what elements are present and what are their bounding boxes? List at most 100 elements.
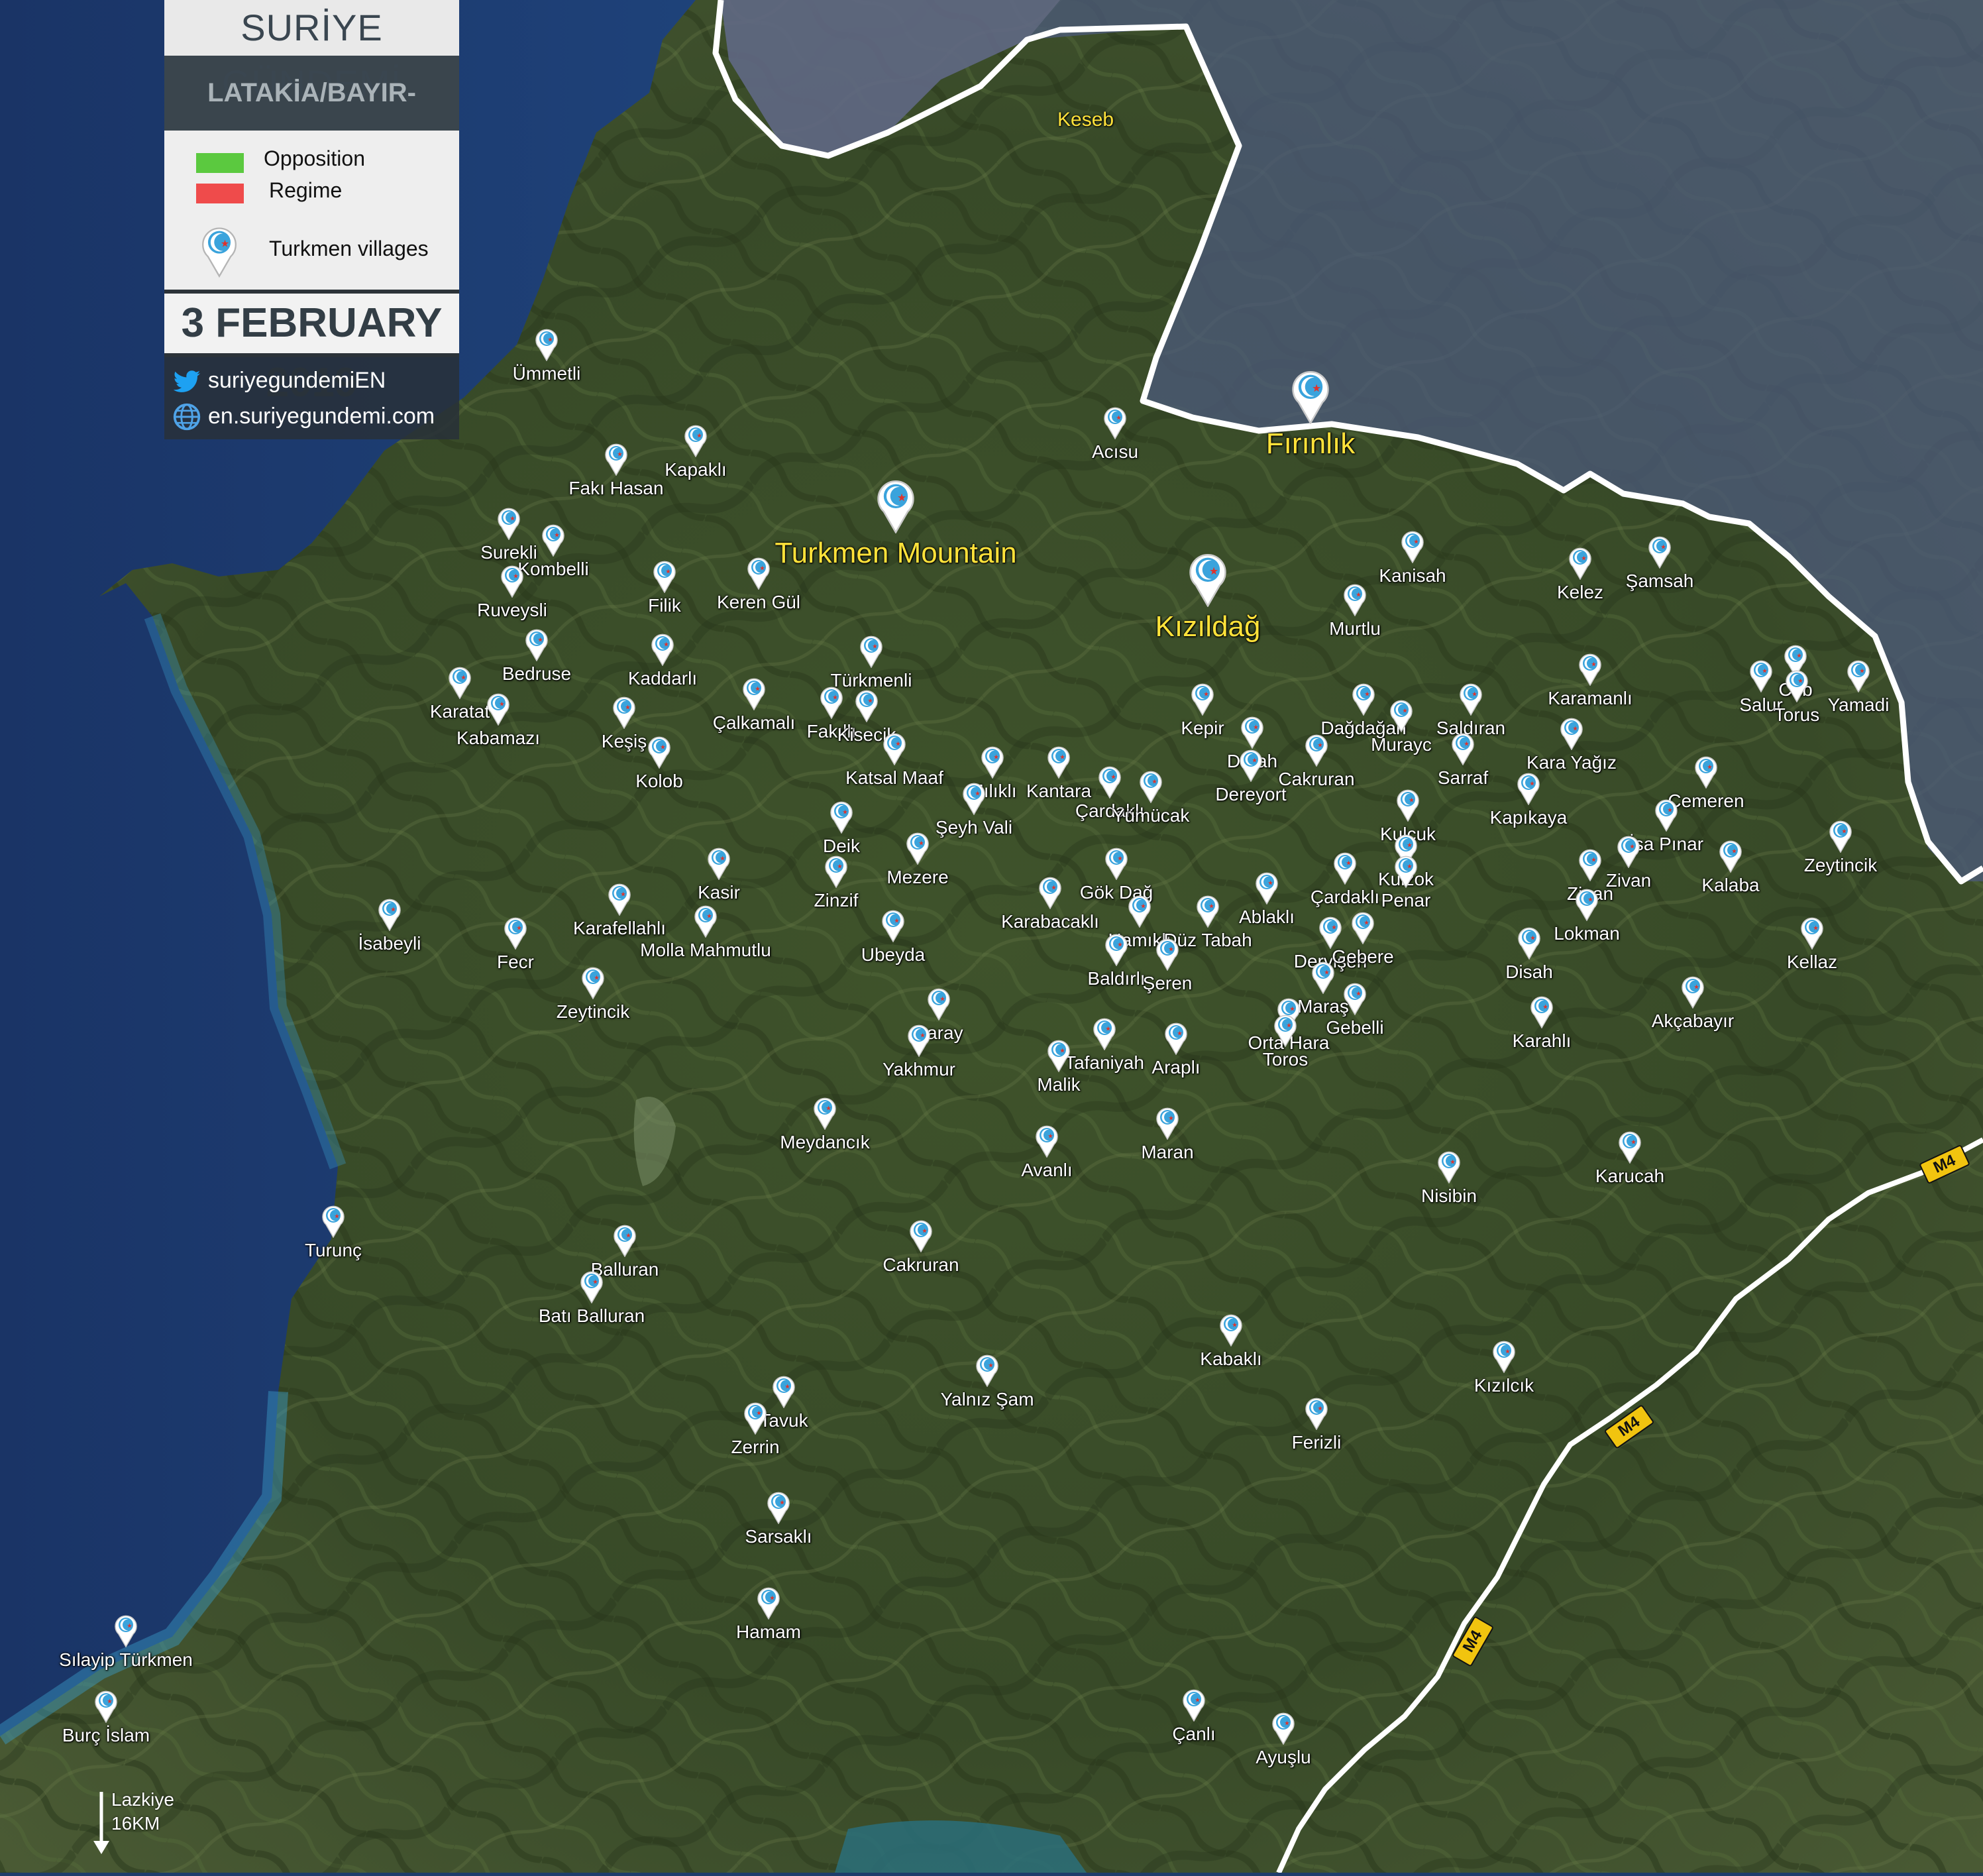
village-label: Fakı Hasan: [568, 478, 664, 498]
turkmen-village-pin-icon: [1829, 820, 1852, 853]
turkmen-village-pin-icon: [882, 910, 904, 942]
turkmen-village-pin-icon: [605, 443, 627, 476]
village-label: Zeytincik: [556, 1001, 630, 1022]
turkmen-village-pin-icon: [744, 1402, 767, 1435]
village-label: İsa Pınar: [1629, 834, 1704, 854]
turkmen-village-pin-icon: [684, 425, 707, 457]
village-label: Kolob: [635, 771, 683, 791]
turkmen-village-pin-icon: [1579, 849, 1601, 881]
turkmen-village-pin-icon: [1183, 1689, 1205, 1722]
turkmen-village-pin-icon: [1352, 912, 1374, 944]
village-label: Meydancık: [780, 1132, 870, 1152]
turkmen-village-pin-icon: [1156, 1107, 1179, 1140]
turkmen-village-pin-icon: [1648, 536, 1671, 569]
turkmen-village-pin-icon: [1655, 799, 1678, 832]
village-label: Akçabayır: [1651, 1011, 1735, 1031]
social-links: suriyegundemiEN en.suriyegundemi.com: [164, 357, 459, 439]
village-label: Malik: [1037, 1074, 1081, 1095]
village-label: Avanlı: [1021, 1160, 1073, 1180]
turkmen-village-pin-icon: [1105, 848, 1128, 880]
turkmen-village-pin-icon: [963, 783, 985, 815]
turkmen-village-pin-icon: [1619, 1131, 1641, 1164]
town-label-keseb: Keseb: [1057, 109, 1114, 131]
turkmen-village-pin-icon: [820, 687, 843, 719]
village-label: Lokman: [1554, 923, 1620, 944]
turkmen-village-pin-icon: [1719, 840, 1742, 873]
globe-icon: [173, 403, 201, 431]
village-label: Ubeyda: [861, 944, 926, 965]
village-label: Turunç: [304, 1240, 362, 1260]
turkmen-village-pin-icon: [608, 883, 631, 916]
turkmen-village-pin-icon: [1344, 983, 1366, 1015]
turkmen-village-pin-icon: [928, 988, 950, 1021]
regime-swatch: [196, 184, 244, 203]
turkmen-village-pin-icon: [1579, 653, 1601, 686]
turkmen-village-pin-icon: [1438, 1151, 1460, 1184]
village-label: Maraş: [1297, 996, 1349, 1017]
turkmen-village-pin-icon: [747, 557, 770, 590]
turkmen-village-pin-icon: [1576, 889, 1598, 921]
turkmen-village-pin-icon: [1518, 927, 1540, 960]
turkmen-village-pin-icon: [542, 524, 564, 557]
turkmen-village-pin-icon: [115, 1615, 137, 1647]
turkmen-village-pin-icon: [1220, 1314, 1242, 1347]
turkmen-village-pin-icon: [1047, 746, 1070, 779]
turkmen-village-pin-icon: [322, 1205, 345, 1238]
village-label: Dereyort: [1215, 784, 1287, 804]
legend-label-regime: Regime: [269, 178, 343, 202]
village-label: Karahlı: [1512, 1030, 1572, 1051]
turkmen-village-pin-icon: [976, 1354, 998, 1387]
village-label: Ferizli: [1291, 1432, 1342, 1453]
turkmen-village-pin-icon: [535, 329, 558, 361]
turkmen-village-pin-icon: [1036, 1125, 1058, 1158]
turkmen-village-pin-icon: [1395, 855, 1417, 888]
turkmen-village-pin-icon: [1560, 718, 1583, 750]
turkmen-village-pin-icon: [1047, 1040, 1070, 1072]
village-label: Sarsaklı: [745, 1526, 812, 1547]
turkmen-village-pin-icon: [1397, 789, 1419, 822]
turkmen-village-pin-icon: [860, 635, 883, 668]
turkmen-village-pin-icon: [525, 629, 548, 661]
turkmen-village-pin-icon: [1517, 773, 1540, 805]
major-place-label: Turkmen Mountain: [775, 537, 1017, 569]
turkmen-village-pin-icon: [743, 678, 765, 710]
turkmen-village-pin-icon: [906, 832, 929, 865]
turkmen-village-pin-icon: [1530, 996, 1553, 1028]
turkmen-village-pin-icon: [1352, 683, 1375, 716]
turkmen-village-pin-icon: [1305, 1398, 1328, 1430]
turkmen-village-pin-icon: [708, 848, 730, 880]
village-label: Karucah: [1595, 1166, 1665, 1186]
turkmen-village-pin-icon: [449, 667, 471, 699]
turkmen-village-pin-icon: [1801, 917, 1823, 950]
turkmen-village-pin-icon: [1128, 895, 1151, 928]
turkmen-village-pin-icon: [1334, 852, 1356, 885]
village-label: Zerrin: [731, 1437, 780, 1457]
village-label: Hamam: [735, 1622, 801, 1642]
turkmen-village-pin-icon: [830, 801, 853, 834]
turkmen-village-pin-icon: [814, 1097, 836, 1130]
village-label: Batı Balluran: [538, 1305, 645, 1326]
turkmen-village-pin-icon: [1189, 554, 1226, 607]
direction-city: Lazkiye: [111, 1789, 174, 1810]
village-label: Yalnız Şam: [940, 1389, 1034, 1409]
twitter-icon: [173, 370, 201, 392]
village-label: Kızılcık: [1474, 1375, 1534, 1396]
turkmen-village-pin-icon: [767, 1492, 790, 1524]
turkmen-village-pin-icon: [1682, 976, 1704, 1009]
village-label: Kombelli: [517, 559, 589, 579]
turkmen-village-pin-icon: [757, 1587, 780, 1620]
village-label: Yamadi: [1827, 694, 1890, 715]
brand-title: SURİYE GÜNDEMİ: [164, 0, 459, 104]
legend-label-turkmen-villages: Turkmen villages: [269, 237, 429, 260]
turkmen-village-pin-icon: [1105, 934, 1128, 966]
turkmen-village-pin-icon: [1274, 1015, 1297, 1047]
village-label: Ayuşlu: [1256, 1747, 1311, 1767]
village-label: Cakruran: [883, 1254, 959, 1275]
turkmen-village-pin-icon: [1401, 531, 1424, 563]
village-label: Balluran: [590, 1259, 659, 1280]
village-label: Çemeren: [1668, 791, 1744, 811]
turkmen-village-pin-icon: [855, 690, 878, 722]
turkmen-village-pin-icon: [1312, 962, 1334, 994]
legend-panel: SURİYE GÜNDEMİ LATAKİA/BAYIR-BUCAK Oppos…: [164, 0, 459, 439]
turkmen-village-pin-icon: [487, 693, 509, 726]
